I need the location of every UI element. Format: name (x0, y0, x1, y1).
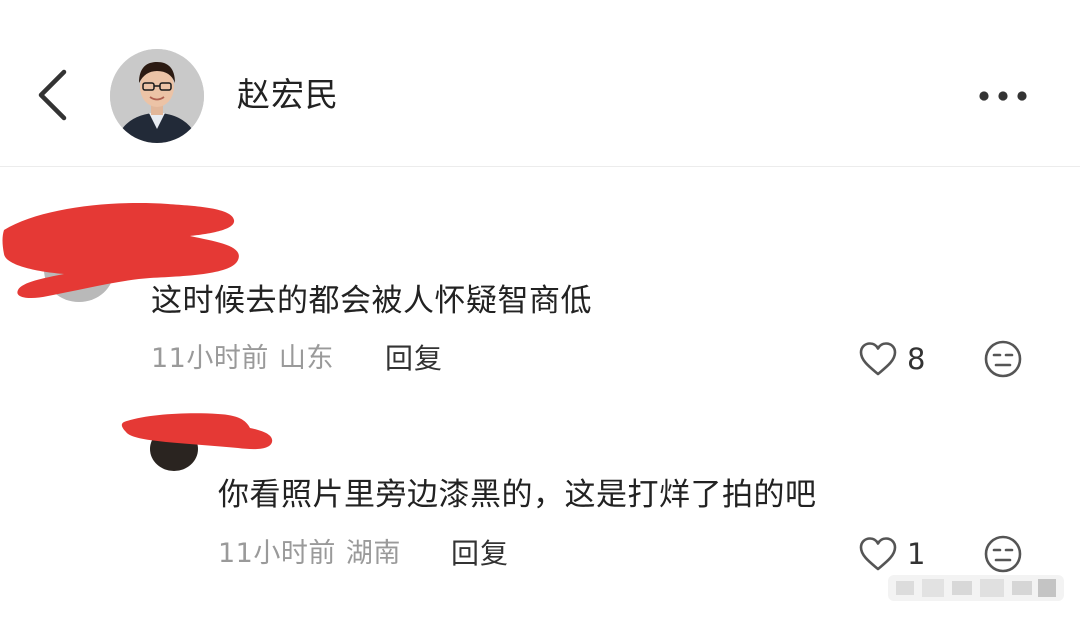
comment-thread-screen: 赵宏民 这时候去的都会被人怀疑智商低 11小时前 山东 回复 8 你看照片里旁边… (0, 0, 1080, 618)
neutral-face-icon (984, 340, 1022, 378)
heart-outline-icon (859, 342, 897, 376)
redaction-mark (121, 413, 273, 450)
neutral-face-icon (984, 535, 1022, 573)
header-divider (0, 166, 1080, 167)
like-button[interactable]: 8 (857, 337, 925, 381)
reply-button[interactable]: 回复 (385, 340, 443, 378)
comment-meta: 11小时前 湖南 (218, 535, 401, 573)
user-avatar[interactable] (110, 49, 204, 143)
comment-time: 11小时前 (151, 343, 269, 374)
username-title[interactable]: 赵宏民 (237, 72, 339, 118)
comment-location: 山东 (278, 343, 334, 374)
reply-button[interactable]: 回复 (451, 535, 509, 573)
top-bar: 赵宏民 (0, 0, 1080, 167)
avatar-portrait (110, 49, 204, 143)
like-count: 1 (907, 537, 926, 571)
like-count: 8 (907, 342, 926, 376)
comment-time: 11小时前 (218, 538, 336, 569)
emoji-reaction-button[interactable] (983, 534, 1023, 574)
emoji-reaction-button[interactable] (983, 339, 1023, 379)
comment-text: 你看照片里旁边漆黑的，这是打烊了拍的吧 (218, 477, 817, 513)
comment-location: 湖南 (345, 538, 401, 569)
chevron-left-icon (38, 69, 67, 121)
more-options-button[interactable] (970, 76, 1036, 116)
watermark-blur (888, 575, 1064, 601)
back-button[interactable] (28, 62, 78, 128)
comment-meta: 11小时前 山东 (151, 340, 334, 378)
comment-text: 这时候去的都会被人怀疑智商低 (151, 283, 592, 319)
heart-outline-icon (859, 537, 897, 571)
more-dots-icon (979, 91, 1027, 101)
